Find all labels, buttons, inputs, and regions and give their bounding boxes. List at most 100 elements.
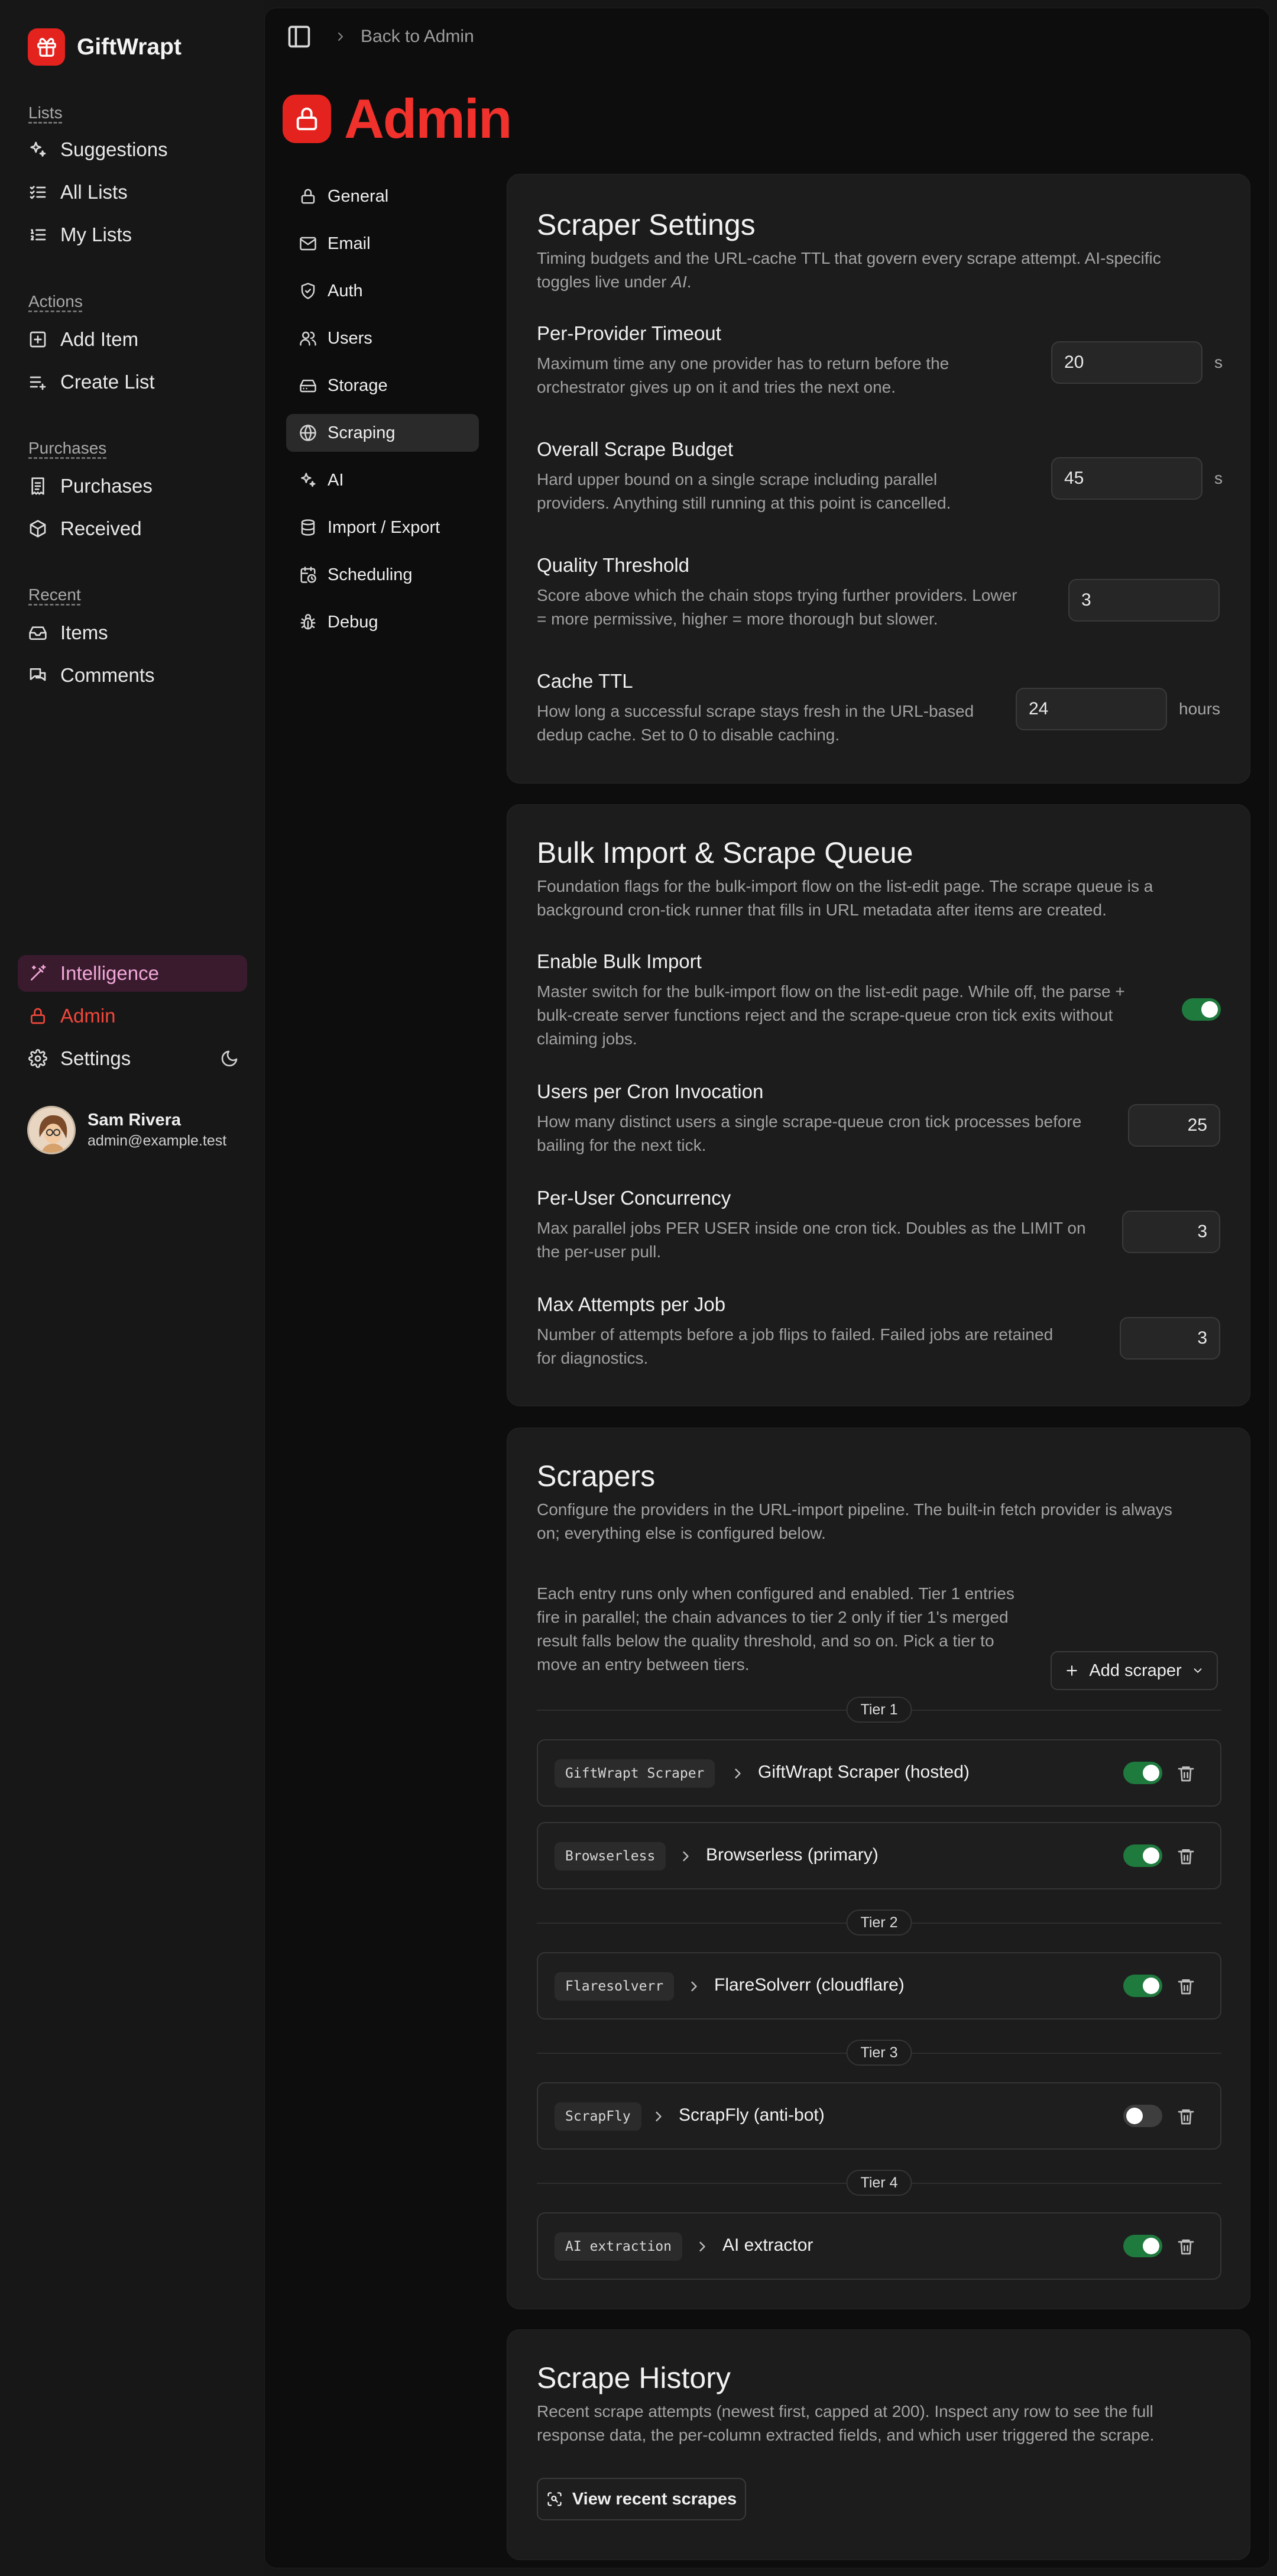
ai-link[interactable]: AI: [671, 273, 686, 291]
sidebar-item-comments[interactable]: Comments: [18, 657, 247, 694]
sidebar-item-my-lists[interactable]: My Lists: [18, 216, 247, 253]
chevron-right-icon[interactable]: [686, 1978, 702, 1995]
view-recent-scrapes-button[interactable]: View recent scrapes: [537, 2478, 746, 2520]
field-label: Per-User Concurrency: [537, 1187, 731, 1209]
scraper-type-chip: AI extraction: [555, 2232, 683, 2261]
tier-separator: Tier 4: [537, 2170, 1221, 2196]
trash-icon[interactable]: [1176, 2107, 1195, 2126]
lock-icon: [31, 1008, 45, 1024]
chevron-right-icon[interactable]: [678, 1848, 694, 1865]
unit-label: s: [1214, 469, 1223, 487]
tab-scheduling[interactable]: Scheduling: [286, 556, 479, 594]
sidebar-item-label: Intelligence: [60, 962, 159, 984]
breadcrumb-back-link[interactable]: Back to Admin: [361, 27, 474, 47]
card-description: Foundation flags for the bulk-import flo…: [537, 875, 1199, 922]
user-menu[interactable]: Sam Rivera admin@example.test: [27, 1106, 226, 1154]
users-per-cron-input[interactable]: 25: [1128, 1104, 1220, 1147]
field-label: Quality Threshold: [537, 554, 690, 576]
chevron-right-icon[interactable]: [650, 2108, 667, 2125]
tab-label: Users: [328, 328, 372, 348]
sidebar-item-admin[interactable]: Admin: [18, 998, 247, 1034]
scraper-enabled-toggle[interactable]: [1123, 2235, 1162, 2257]
bug-icon: [300, 614, 316, 630]
tab-debug[interactable]: Debug: [286, 603, 479, 641]
tab-label: Scraping: [328, 423, 396, 442]
quality-threshold-input[interactable]: 3: [1068, 579, 1220, 622]
tab-general[interactable]: General: [286, 177, 479, 215]
scraper-enabled-toggle[interactable]: [1123, 1975, 1162, 1997]
card-title: Bulk Import & Scrape Queue: [537, 836, 913, 869]
field-description-line: claiming jobs.: [537, 1030, 637, 1048]
tab-import-export[interactable]: Import / Export: [286, 509, 479, 546]
scraper-enabled-toggle[interactable]: [1123, 2105, 1162, 2127]
card-description: Recent scrape attempts (newest first, ca…: [537, 2400, 1199, 2447]
scraper-enabled-toggle[interactable]: [1123, 1844, 1162, 1867]
card-description: Configure the providers in the URL-impor…: [537, 1498, 1199, 1545]
user-email: admin@example.test: [87, 1132, 227, 1149]
scrape-history-card: Scrape History Recent scrape attempts (n…: [507, 2329, 1250, 2560]
field-description-line: Score above which the chain stops trying…: [537, 586, 1017, 604]
trash-icon[interactable]: [1176, 1764, 1195, 1783]
scraper-row[interactable]: ScrapFly ScrapFly (anti-bot): [537, 2082, 1221, 2150]
max-attempts-input[interactable]: 3: [1120, 1317, 1220, 1360]
sidebar-toggle-icon[interactable]: [286, 24, 312, 50]
trash-icon[interactable]: [1176, 1847, 1195, 1866]
add-scraper-button[interactable]: Add scraper: [1051, 1651, 1218, 1690]
chevron-right-icon[interactable]: [730, 1765, 746, 1782]
tab-auth[interactable]: Auth: [286, 272, 479, 310]
sidebar-item-add-item[interactable]: Add Item: [18, 321, 247, 358]
tab-storage[interactable]: Storage: [286, 367, 479, 404]
info-line: Each entry runs only when configured and…: [537, 1584, 1015, 1603]
lock-icon: [301, 189, 315, 204]
per-provider-timeout-input[interactable]: 20: [1051, 341, 1203, 384]
sidebar-item-all-lists[interactable]: All Lists: [18, 174, 247, 211]
sidebar-item-label: Comments: [60, 664, 155, 686]
scraper-row[interactable]: Flaresolverr FlareSolverr (cloudflare): [537, 1952, 1221, 2020]
cache-ttl-input[interactable]: 24: [1016, 688, 1167, 730]
tier-separator: Tier 3: [537, 2040, 1221, 2066]
group-label-lists: Lists: [28, 103, 63, 122]
tab-label: AI: [328, 470, 344, 490]
chevron-right-icon[interactable]: [694, 2238, 711, 2255]
field-description: Max parallel jobs PER USER inside one cr…: [537, 1216, 1086, 1264]
field-label: Cache TTL: [537, 670, 633, 692]
sidebar-item-items[interactable]: Items: [18, 614, 247, 651]
overall-scrape-budget-input[interactable]: 45: [1051, 457, 1203, 500]
breadcrumb[interactable]: Back to Admin: [333, 27, 474, 47]
package-icon: [30, 520, 46, 538]
app-sidebar: GiftWrapt Lists Suggestions All Lists My…: [0, 0, 264, 2576]
scraper-row[interactable]: Browserless Browserless (primary): [537, 1822, 1221, 1889]
calendar-clock-icon: [300, 567, 316, 583]
field-description: Master switch for the bulk-import flow o…: [537, 980, 1125, 1051]
description-line: background cron-tick runner that fills i…: [537, 901, 1107, 919]
sidebar-item-suggestions[interactable]: Suggestions: [18, 131, 247, 168]
tab-email[interactable]: Email: [286, 225, 479, 263]
sidebar-item-received[interactable]: Received: [18, 510, 247, 547]
scraper-row[interactable]: GiftWrapt Scraper GiftWrapt Scraper (hos…: [537, 1739, 1221, 1807]
moon-icon[interactable]: [220, 1049, 239, 1068]
tier-separator: Tier 2: [537, 1910, 1221, 1936]
sidebar-item-settings[interactable]: Settings: [18, 1040, 247, 1077]
plus-icon: [1067, 1665, 1077, 1676]
sidebar-item-intelligence[interactable]: Intelligence: [18, 955, 247, 992]
tab-scraping[interactable]: Scraping: [286, 414, 479, 452]
page-title: Admin: [344, 88, 512, 150]
field-description-line: Max parallel jobs PER USER inside one cr…: [537, 1219, 1086, 1237]
trash-icon[interactable]: [1176, 1977, 1195, 1996]
tab-ai[interactable]: AI: [286, 461, 479, 499]
sidebar-item-create-list[interactable]: Create List: [18, 364, 247, 400]
field-description-line: Hard upper bound on a single scrape incl…: [537, 470, 938, 488]
card-title: Scraper Settings: [537, 208, 756, 241]
description-line: Recent scrape attempts (newest first, ca…: [537, 2402, 1153, 2420]
trash-icon[interactable]: [1176, 2237, 1195, 2256]
tab-users[interactable]: Users: [286, 319, 479, 357]
scraper-enabled-toggle[interactable]: [1123, 1762, 1162, 1784]
enable-bulk-import-toggle[interactable]: [1182, 998, 1221, 1021]
scraper-row[interactable]: AI extraction AI extractor: [537, 2212, 1221, 2280]
sidebar-item-purchases[interactable]: Purchases: [18, 468, 247, 504]
main-panel: Back to Admin Admin General Email Auth U…: [264, 8, 1270, 2568]
scraper-type-chip: Flaresolverr: [555, 1972, 675, 2001]
brand[interactable]: GiftWrapt: [28, 28, 181, 66]
per-user-concurrency-input[interactable]: 3: [1122, 1211, 1220, 1253]
scraper-name: GiftWrapt Scraper (hosted): [758, 1762, 970, 1782]
